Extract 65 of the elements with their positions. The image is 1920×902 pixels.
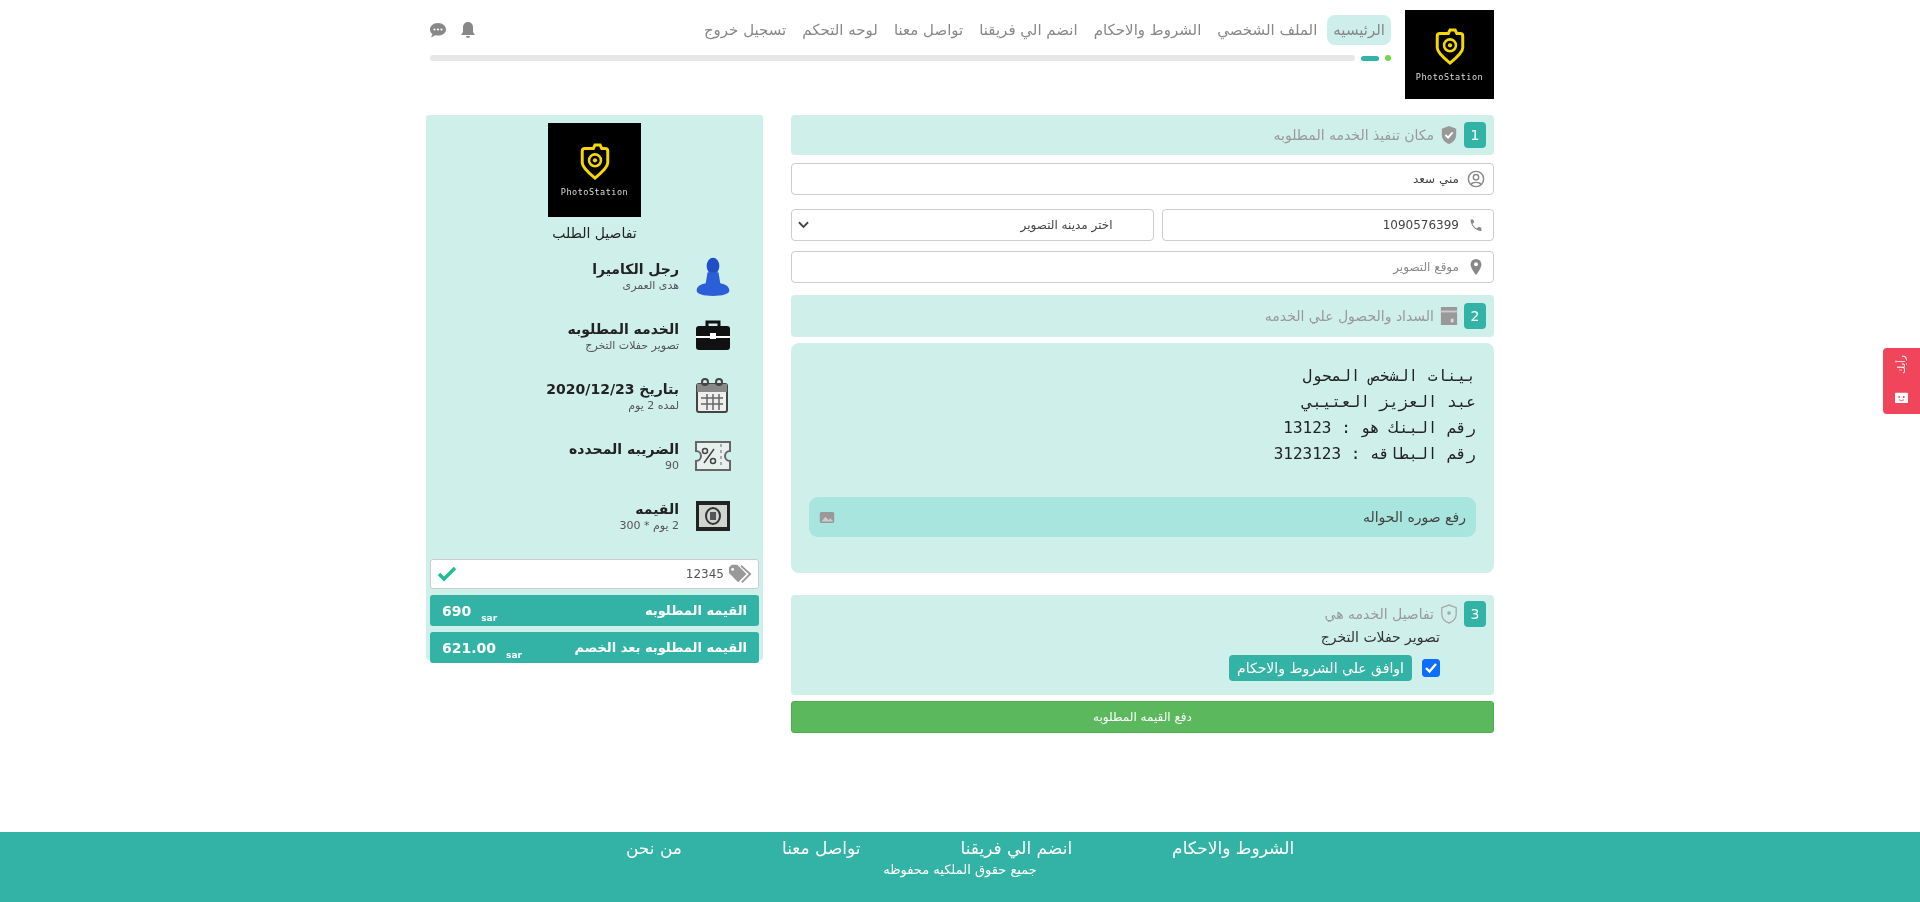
phone-field[interactable]: 1090576399 — [1161, 209, 1494, 241]
nav-link[interactable]: تواصل معنا — [887, 15, 970, 45]
chat-icon[interactable] — [428, 20, 448, 40]
total-label: القيمه المطلوبه — [644, 603, 747, 618]
logo-text: PhotoStation — [1415, 71, 1484, 82]
nav-link[interactable]: الشروط والاحكام — [1087, 15, 1208, 45]
total-amount: 690 — [442, 602, 472, 619]
total-label: القيمه المطلوبه بعد الخصم — [574, 640, 747, 655]
footer-link[interactable]: تواصل معنا — [732, 838, 911, 858]
shield-check-icon — [1440, 125, 1458, 145]
location-field[interactable]: موقع التصوير — [791, 251, 1494, 283]
step-number: 2 — [1464, 303, 1486, 329]
step-number: 3 — [1464, 601, 1486, 627]
section-title: السداد والحصول علي الخدمه — [1264, 308, 1434, 324]
terms-checkbox[interactable] — [1422, 659, 1440, 677]
box-icon — [1440, 306, 1458, 326]
footer-link[interactable]: انضم الي فريقنا — [910, 838, 1123, 858]
pay-button[interactable]: دفع القيمه المطلوبه — [791, 701, 1494, 733]
logo[interactable]: PhotoStation — [1405, 10, 1494, 99]
transfer-detail: بينات الشخص المحول — [1301, 365, 1476, 388]
progress-dot — [1385, 55, 1391, 61]
item-title: القيمه — [634, 500, 679, 517]
coupon-field[interactable]: 12345 — [430, 559, 759, 589]
nav-link[interactable]: الرئيسيه — [1327, 15, 1391, 45]
item-title: الخدمه المطلوبه — [567, 320, 679, 337]
image-icon — [819, 510, 835, 524]
name-field[interactable]: مني سعد — [791, 163, 1494, 195]
copyright: جميع حقوق الملكيه محفوظه — [883, 862, 1037, 877]
nav-link[interactable]: تسجيل خروج — [697, 15, 793, 45]
item-title: بتاريخ 2020/12/23 — [546, 380, 679, 397]
item-title: الضريبه المحدده — [569, 440, 679, 457]
currency: sar — [481, 612, 498, 623]
upload-field[interactable]: رفع صوره الحواله — [809, 497, 1476, 537]
feedback-tab[interactable]: رأيك — [1883, 348, 1920, 414]
city-select[interactable]: اختر مدينه التصوير — [791, 209, 1154, 241]
bell-icon[interactable] — [458, 20, 478, 40]
summary-title: تفاصيل الطلب — [551, 225, 638, 241]
tag-icon — [728, 564, 752, 584]
step-number: 1 — [1464, 122, 1486, 148]
section-title: تفاصيل الخدمه هي — [1324, 606, 1434, 622]
transfer-detail: رقم البطاقه : 3123123 — [1272, 443, 1476, 466]
chevron-down-icon — [798, 221, 809, 229]
nav-link[interactable]: الملف الشخصي — [1211, 15, 1324, 45]
footer-link[interactable]: من نحن — [575, 838, 732, 858]
currency: sar — [506, 649, 522, 660]
progress-indicator — [1361, 55, 1379, 61]
shield-icon — [1440, 604, 1458, 624]
transfer-detail: رقم البنك هو : 13123 — [1282, 417, 1476, 440]
terms-link[interactable]: اوافق علي الشروط والاحكام — [1229, 655, 1412, 681]
item-detail: هدى العمرى — [621, 278, 679, 292]
total-amount: 621.00 — [442, 639, 497, 656]
logo-text: PhotoStation — [560, 187, 629, 197]
item-detail: 90 — [664, 458, 679, 472]
footer-link[interactable]: الشروط والاحكام — [1122, 838, 1345, 858]
transfer-detail: عبد العزيز العتيبي — [1300, 391, 1476, 414]
smiley-box-icon — [1894, 390, 1909, 404]
item-detail: لمده 2 يوم — [627, 398, 679, 412]
item-title: رجل الكاميرا — [592, 260, 679, 277]
service-name: تصوير حفلات التخرج — [1319, 629, 1440, 645]
nav-link[interactable]: انضم الي فريقنا — [973, 15, 1084, 45]
nav-link[interactable]: لوحه التحكم — [796, 15, 884, 45]
user-icon — [1467, 170, 1485, 188]
section-title: مكان تنفيذ الخدمه المطلوبه — [1273, 127, 1434, 143]
item-detail: 2 يوم * 300 — [619, 518, 679, 532]
item-detail: تصوير حفلات التخرج — [584, 338, 679, 352]
